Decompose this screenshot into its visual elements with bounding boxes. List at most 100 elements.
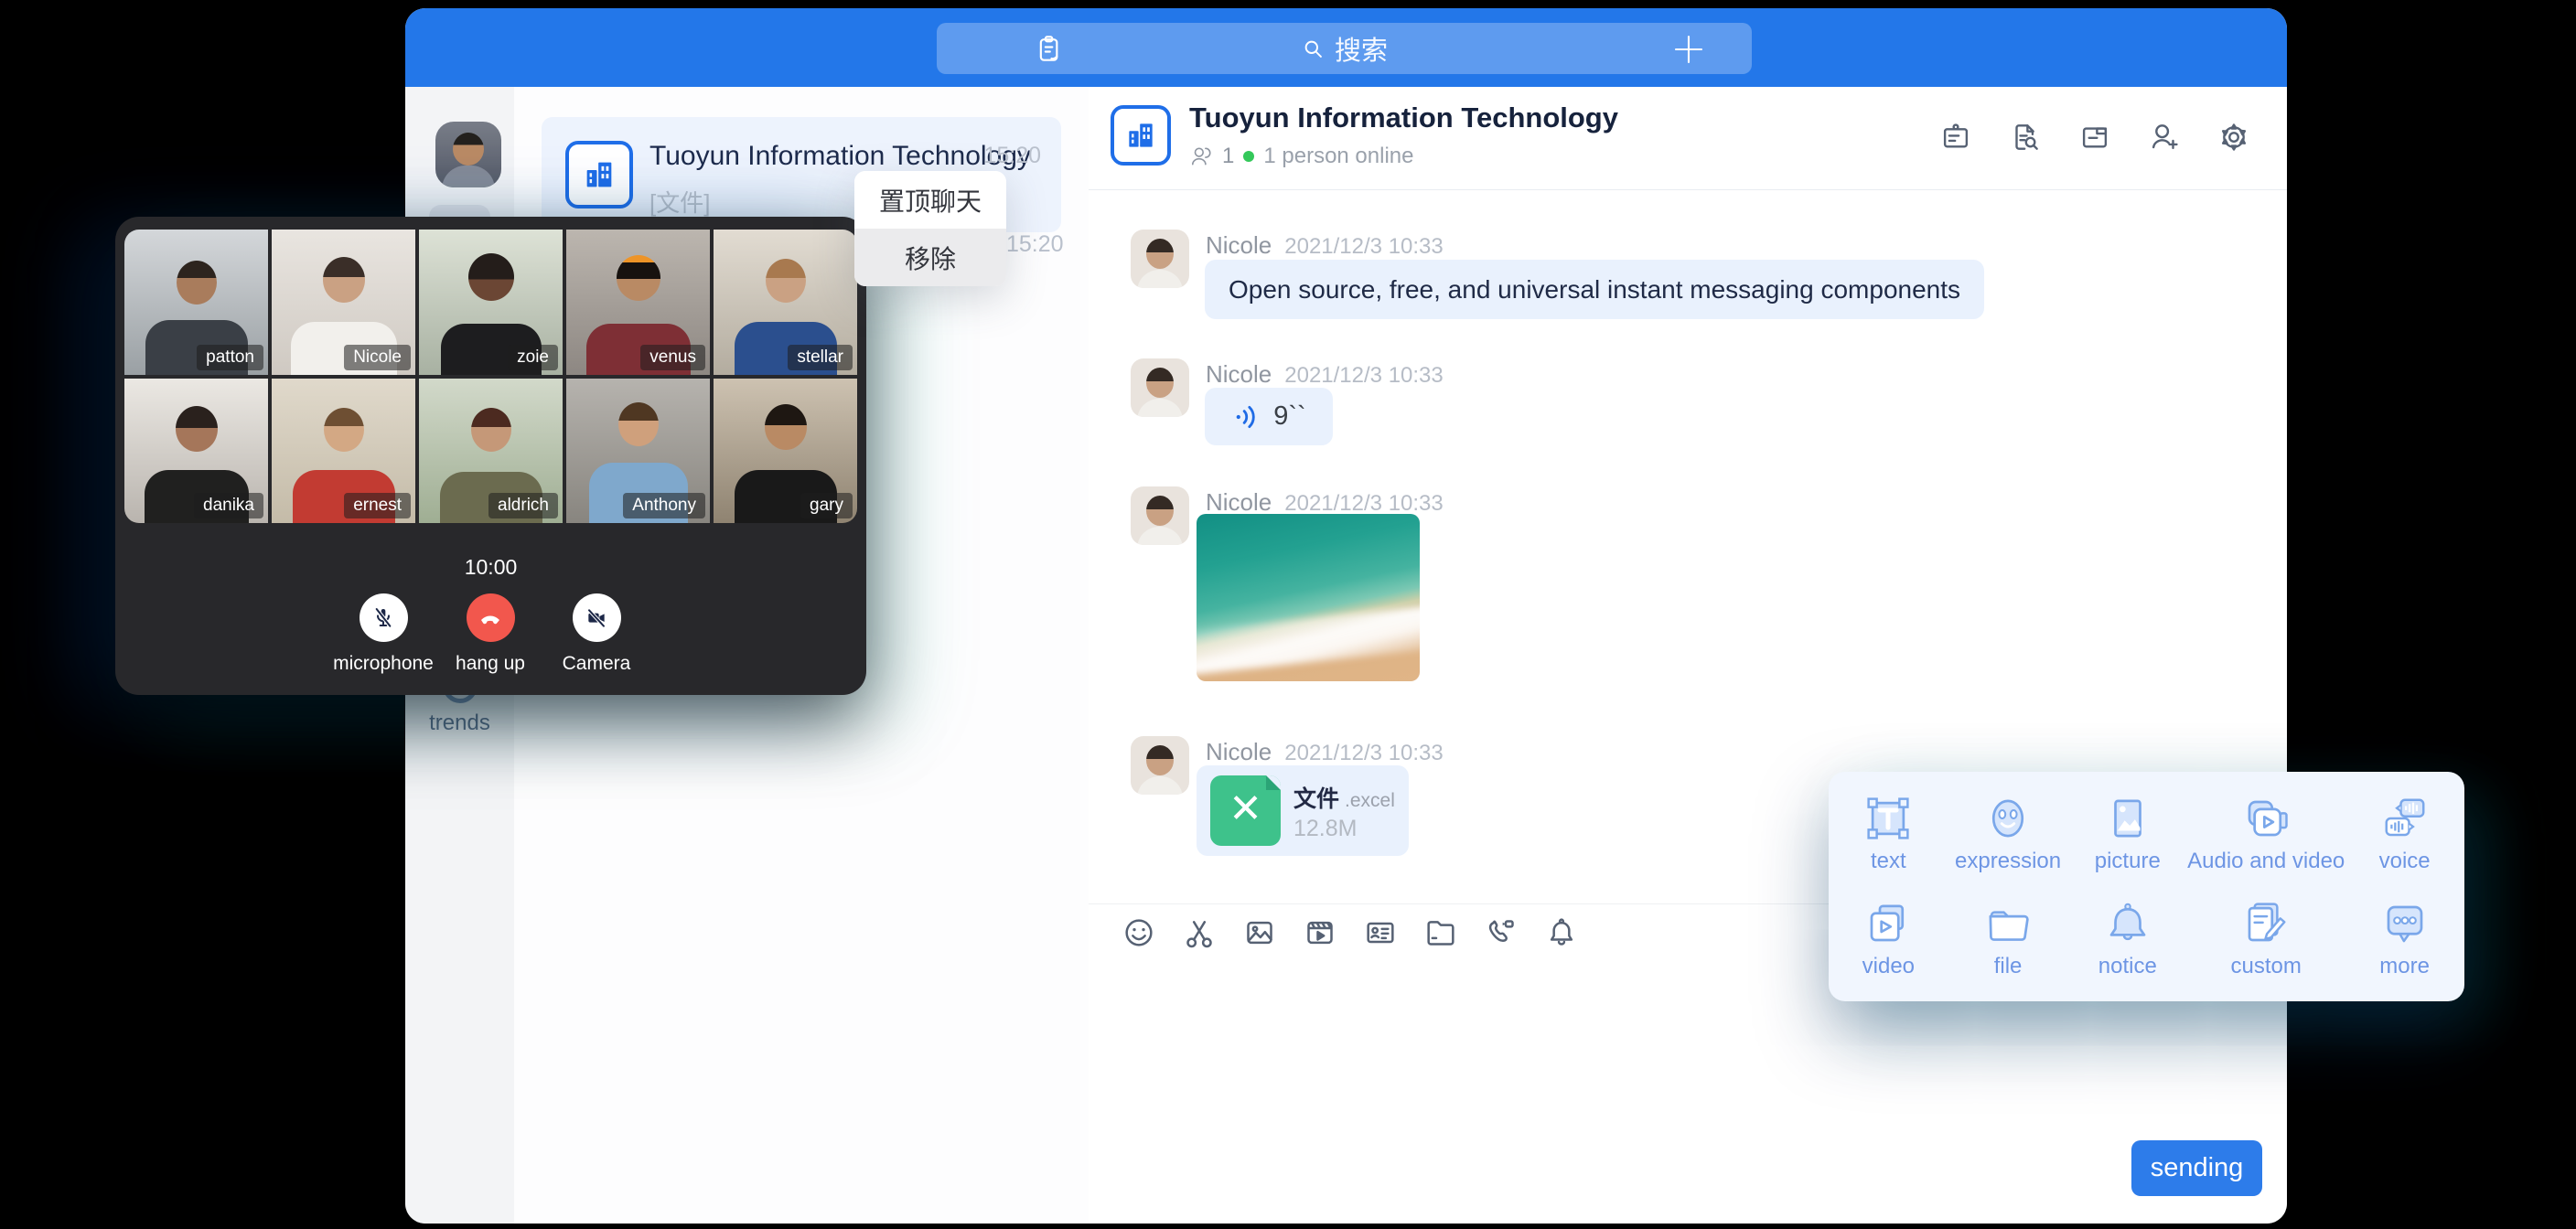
action-picture[interactable]: picture	[2067, 781, 2187, 887]
hangup-control: hang up	[431, 593, 550, 675]
custom-icon	[2241, 899, 2291, 948]
message-time: 2021/12/3 10:33	[1284, 491, 1444, 516]
picture-icon[interactable]	[1241, 914, 1278, 951]
participant-name: stellar	[788, 345, 853, 370]
message-time: 2021/12/3 10:33	[1284, 234, 1444, 259]
sender-avatar[interactable]	[1131, 736, 1189, 795]
members-icon	[1189, 144, 1213, 168]
file-size: 12.8M	[1293, 816, 1357, 842]
action-label: Audio and video	[2187, 849, 2345, 874]
video-call-icon[interactable]	[1483, 914, 1519, 951]
text-icon	[1863, 794, 1913, 843]
sender-avatar[interactable]	[1131, 230, 1189, 288]
action-label: expression	[1955, 849, 2061, 874]
action-file[interactable]: file	[1948, 887, 2068, 993]
voice-wave-icon	[1231, 401, 1262, 433]
menu-item-pin-chat[interactable]: 置顶聊天	[854, 171, 1006, 229]
group-avatar	[565, 141, 633, 208]
group-notice-icon[interactable]	[1938, 120, 1973, 155]
group-call-panel: patton Nicole zoie venus stellar	[115, 217, 866, 695]
camera-button[interactable]	[573, 593, 621, 642]
image-message-beach[interactable]	[1197, 514, 1420, 681]
voice-bubble[interactable]: 9``	[1205, 388, 1333, 445]
wave-foam	[1197, 603, 1420, 676]
participant-tile: Anthony	[566, 379, 710, 523]
group-files-icon[interactable]	[2077, 120, 2112, 155]
participant-name: zoie	[508, 345, 558, 370]
user-avatar[interactable]	[435, 122, 501, 187]
participant-tile: danika	[124, 379, 268, 523]
emoji-icon[interactable]	[1121, 914, 1157, 951]
action-label: text	[1871, 849, 1906, 874]
search-area[interactable]: 搜索	[937, 23, 1752, 74]
action-label: video	[1862, 954, 1915, 979]
action-text[interactable]: text	[1829, 781, 1948, 887]
file-name: 文件.excel	[1293, 781, 1395, 814]
add-button[interactable]	[1669, 30, 1708, 69]
message-type-popup: text expression picture	[1829, 772, 2464, 1001]
participant-tile: Nicole	[272, 230, 415, 375]
chat-subtitle: 1 1 person online	[1189, 144, 1413, 169]
action-video[interactable]: video	[1829, 887, 1948, 993]
conversation-preview: [文件]	[649, 185, 710, 219]
participant-tile: ernest	[272, 379, 415, 523]
card-icon[interactable]	[1362, 914, 1399, 951]
search-icon	[1301, 37, 1326, 61]
action-expression[interactable]: expression	[1948, 781, 2068, 887]
file-icon[interactable]	[1422, 914, 1459, 951]
action-voice[interactable]: voice	[2345, 781, 2464, 887]
online-dot	[1243, 151, 1254, 162]
participant-tile: venus	[566, 230, 710, 375]
action-notice[interactable]: notice	[2067, 887, 2187, 993]
message-time: 2021/12/3 10:33	[1284, 363, 1444, 388]
participant-name: venus	[640, 345, 705, 370]
search-placeholder: 搜索	[1335, 29, 1388, 68]
message-time: 2021/12/3 10:33	[1284, 741, 1444, 765]
screenshot-stage: 搜索 trends	[0, 0, 2576, 1229]
notice-bell-icon[interactable]	[1543, 914, 1580, 951]
message-meta: Nicole 2021/12/3 10:33	[1206, 360, 1444, 389]
participant-tile: aldrich	[419, 379, 563, 523]
camera-control: Camera	[537, 593, 656, 675]
text-bubble: Open source, free, and universal instant…	[1205, 260, 1984, 319]
folder-icon	[1983, 899, 2033, 948]
camera-label: Camera	[537, 653, 656, 675]
sender-name: Nicole	[1206, 360, 1272, 388]
header-divider	[1089, 189, 2287, 190]
video-icon[interactable]	[1302, 914, 1338, 951]
action-label: notice	[2098, 954, 2157, 979]
sender-avatar[interactable]	[1131, 486, 1189, 545]
audio-video-icon	[2241, 794, 2291, 843]
conversation-title: Tuoyun Information Technology	[649, 141, 1031, 172]
send-button[interactable]: sending	[2131, 1140, 2262, 1196]
hangup-button[interactable]	[467, 593, 515, 642]
notice-icon	[2103, 899, 2152, 948]
participant-tile: gary	[714, 379, 857, 523]
conversation-time: 15:20	[983, 143, 1041, 169]
participant-name: gary	[800, 493, 853, 518]
action-label: custom	[2231, 954, 2302, 979]
message-meta: Nicole 2021/12/3 10:33	[1206, 738, 1444, 766]
member-count: 1	[1222, 144, 1234, 169]
add-member-icon[interactable]	[2147, 120, 2182, 155]
menu-item-remove[interactable]: 移除	[854, 229, 1006, 286]
voice-icon	[2380, 794, 2430, 843]
screenshot-scissors-icon[interactable]	[1181, 914, 1218, 951]
file-ext: .excel	[1345, 790, 1395, 811]
participant-tile: zoie	[419, 230, 563, 375]
composer-toolbar	[1121, 914, 1580, 951]
action-more[interactable]: more	[2345, 887, 2464, 993]
settings-icon[interactable]	[2216, 120, 2251, 155]
chat-history-search-icon[interactable]	[2008, 120, 2043, 155]
picture-icon	[2103, 794, 2152, 843]
action-custom[interactable]: custom	[2187, 887, 2345, 993]
file-bubble[interactable]: ✕ 文件.excel 12.8M	[1197, 765, 1409, 856]
sender-name: Nicole	[1206, 738, 1272, 765]
participant-tile: patton	[124, 230, 268, 375]
microphone-button[interactable]	[360, 593, 408, 642]
action-label: voice	[2379, 849, 2431, 874]
conversation2-time: 15:20	[1006, 231, 1064, 258]
sender-avatar[interactable]	[1131, 358, 1189, 417]
action-audio-video[interactable]: Audio and video	[2187, 781, 2345, 887]
search-bar[interactable]: 搜索	[937, 23, 1752, 74]
